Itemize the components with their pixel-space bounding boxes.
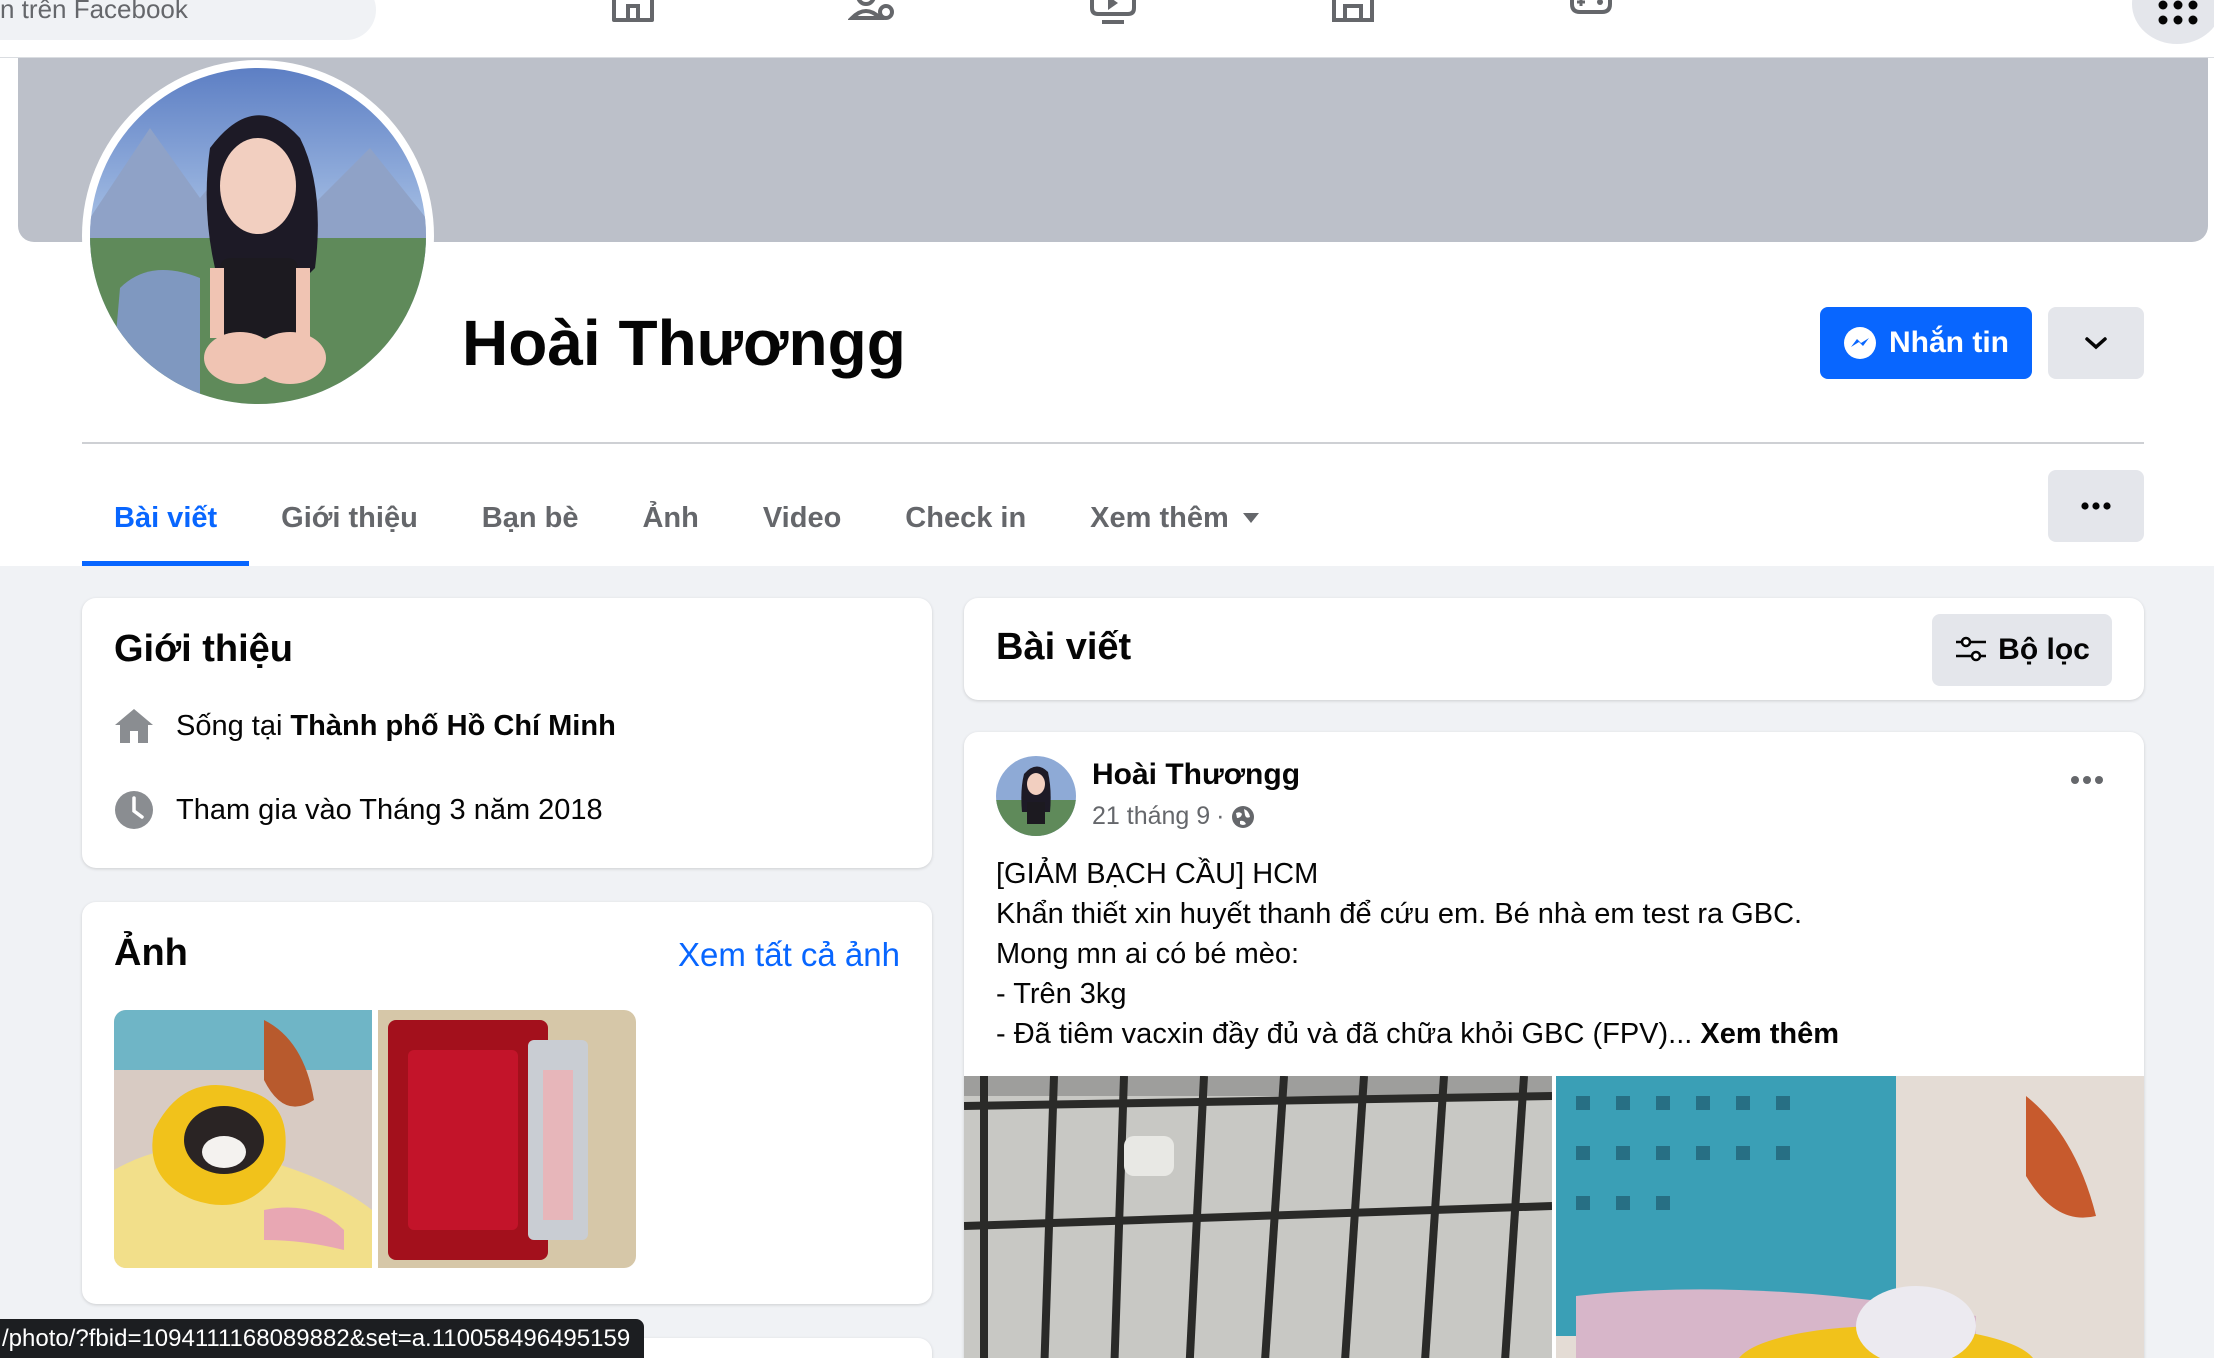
profile-tabs: Bài viết Giới thiệu Bạn bè Ảnh Video Che… bbox=[82, 470, 1291, 566]
caret-down-icon bbox=[1242, 513, 1259, 523]
filter-button-label: Bộ lọc bbox=[1998, 633, 2090, 666]
intro-card: Giới thiệu Sống tại Thành phố Hồ Chí Min… bbox=[82, 598, 932, 868]
video-icon[interactable] bbox=[1088, 0, 1138, 26]
clock-icon bbox=[112, 788, 156, 832]
intro-title: Giới thiệu bbox=[114, 628, 294, 670]
post-options-button[interactable] bbox=[2070, 772, 2104, 790]
post-line: Khẩn thiết xin huyết thanh để cứu em. Bé… bbox=[996, 898, 1803, 930]
see-more-link[interactable]: Xem thêm bbox=[1700, 1018, 1839, 1050]
post-meta: 21 tháng 9 · bbox=[1092, 802, 1255, 831]
tab-friends[interactable]: Bạn bè bbox=[450, 470, 611, 566]
see-all-photos-link[interactable]: Xem tất cả ảnh bbox=[678, 936, 900, 974]
profile-name: Hoài Thươngg bbox=[462, 307, 906, 379]
gaming-icon[interactable] bbox=[1566, 0, 1616, 26]
meta-separator: · bbox=[1216, 802, 1225, 830]
apps-menu-button[interactable] bbox=[2132, 0, 2214, 44]
post-author-name[interactable]: Hoài Thươngg bbox=[1092, 758, 1300, 792]
tab-check-ins[interactable]: Check in bbox=[873, 470, 1058, 566]
intro-joined: Tham gia vào Tháng 3 năm 2018 bbox=[112, 788, 603, 832]
profile-header: Hoài Thươngg Nhắn tin Bài viết Giới thiệ… bbox=[0, 58, 2214, 566]
profile-more-button[interactable] bbox=[2048, 307, 2144, 379]
post-image-cage[interactable] bbox=[964, 1076, 1552, 1358]
posts-title: Bài viết bbox=[996, 626, 1132, 668]
chevron-down-icon bbox=[2085, 337, 2107, 350]
profile-options-button[interactable] bbox=[2048, 470, 2144, 542]
post-line: Mong mn ai có bé mèo: bbox=[996, 938, 1300, 970]
more-dots-icon bbox=[2081, 502, 2111, 510]
marketplace-icon[interactable] bbox=[1328, 0, 1378, 26]
message-button[interactable]: Nhắn tin bbox=[1820, 307, 2032, 379]
post-line: - Trên 3kg bbox=[996, 978, 1127, 1010]
post-card: Hoài Thươngg 21 tháng 9 · [GIẢM BẠCH CẦU… bbox=[964, 732, 2144, 1358]
post-image-cat[interactable] bbox=[1556, 1076, 2144, 1358]
friends-icon[interactable] bbox=[847, 0, 898, 26]
link-preview-url: /photo/?fbid=1094111168089882&set=a.1100… bbox=[0, 1319, 645, 1358]
avatar-image bbox=[90, 68, 426, 404]
search-placeholder: n trên Facebook bbox=[0, 0, 188, 24]
home-icon bbox=[112, 704, 156, 748]
messenger-icon bbox=[1844, 327, 1876, 359]
photos-title: Ảnh bbox=[114, 932, 188, 974]
post-date[interactable]: 21 tháng 9 bbox=[1092, 802, 1210, 831]
photo-thumbnail-product[interactable] bbox=[378, 1010, 636, 1268]
menu-grid-icon bbox=[2158, 0, 2198, 25]
intro-lives-in: Sống tại Thành phố Hồ Chí Minh bbox=[112, 704, 616, 748]
tab-photos[interactable]: Ảnh bbox=[610, 470, 730, 566]
globe-icon[interactable] bbox=[1231, 805, 1255, 829]
tab-more[interactable]: Xem thêm bbox=[1058, 470, 1291, 566]
photos-card: Ảnh Xem tất cả ảnh bbox=[82, 902, 932, 1304]
post-line-last: - Đã tiêm vacxin đầy đủ và đã chữa khỏi … bbox=[996, 1018, 1840, 1050]
post-author-avatar[interactable] bbox=[996, 756, 1076, 836]
post-text: [GIẢM BẠCH CẦU] HCM Khẩn thiết xin huyết… bbox=[996, 854, 1839, 1054]
filter-button[interactable]: Bộ lọc bbox=[1932, 614, 2112, 686]
top-navigation-bar: n trên Facebook bbox=[0, 0, 2214, 58]
post-line: [GIẢM BẠCH CẦU] HCM bbox=[996, 858, 1319, 890]
more-dots-icon bbox=[2071, 776, 2103, 784]
filter-sliders-icon bbox=[1956, 636, 1987, 662]
joined-text: Tham gia vào Tháng 3 năm 2018 bbox=[176, 793, 603, 826]
search-box[interactable]: n trên Facebook bbox=[0, 0, 376, 40]
header-divider bbox=[82, 442, 2144, 444]
tab-posts[interactable]: Bài viết bbox=[82, 470, 250, 566]
lives-prefix: Sống tại bbox=[176, 709, 283, 742]
home-icon[interactable] bbox=[608, 0, 658, 26]
lives-city[interactable]: Thành phố Hồ Chí Minh bbox=[290, 710, 615, 743]
posts-header-card: Bài viết Bộ lọc bbox=[964, 598, 2144, 700]
photo-thumbnail-cat[interactable] bbox=[114, 1010, 372, 1268]
tab-about[interactable]: Giới thiệu bbox=[249, 470, 450, 566]
tab-videos[interactable]: Video bbox=[731, 470, 873, 566]
profile-avatar[interactable] bbox=[82, 60, 434, 412]
message-button-label: Nhắn tin bbox=[1889, 326, 2009, 359]
